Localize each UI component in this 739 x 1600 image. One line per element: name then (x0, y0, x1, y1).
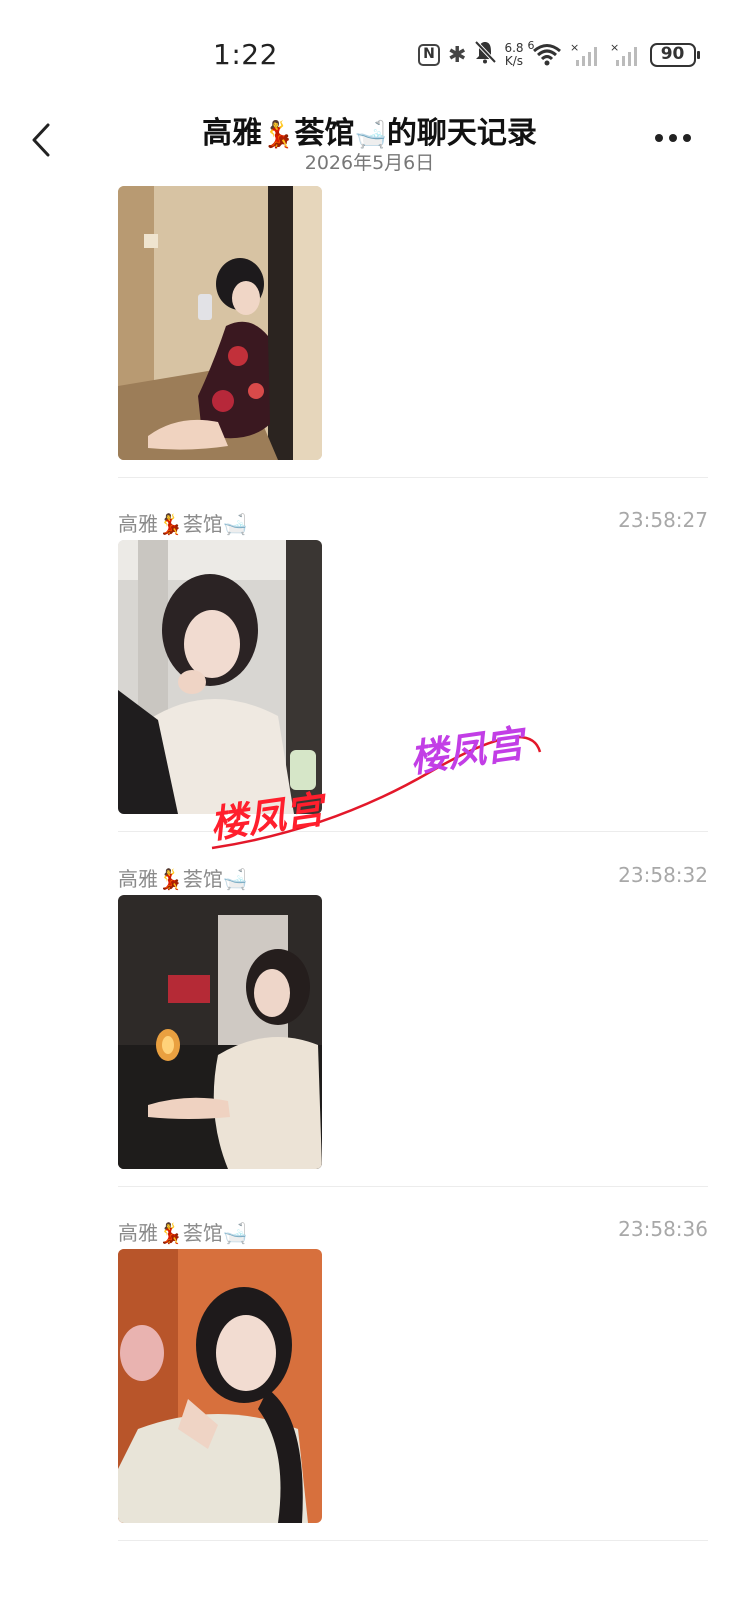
battery-icon: 90 (649, 43, 700, 67)
svg-text:×: × (610, 42, 619, 54)
more-button[interactable] (655, 134, 695, 144)
signal-icon: × (570, 42, 602, 68)
status-time: 1:22 (213, 38, 278, 71)
bell-muted-icon (474, 40, 497, 70)
watermark-text-purple: 楼凤宫 (407, 721, 531, 781)
signal-icon: × (610, 42, 642, 68)
status-icons: N ✱ 6.8 K/s 6 × × 90 (418, 38, 700, 72)
message-time: 23:58:36 (618, 1217, 708, 1241)
svg-text:×: × (570, 42, 579, 54)
chat-photo[interactable] (118, 540, 322, 814)
title-text-1: 高雅 (202, 116, 263, 151)
divider (118, 1540, 708, 1541)
chat-photo[interactable] (118, 895, 322, 1169)
wifi-icon: 6 (528, 39, 562, 67)
title-text-2: 荟馆 (294, 116, 355, 151)
chat-photo[interactable] (118, 186, 322, 460)
network-speed: 6.8 K/s (504, 42, 523, 68)
status-bar: 1:22 N ✱ 6.8 K/s 6 × × 90 (0, 0, 739, 100)
watermark-logo: 楼凤宫 楼凤宫 (207, 721, 542, 850)
nfc-icon: N (418, 44, 440, 66)
header: 高雅💃荟馆🛁的聊天记录 2026年5月6日 (0, 100, 739, 180)
message-time: 23:58:27 (618, 508, 708, 532)
wifi-badge: 6 (527, 39, 535, 52)
sender-name: 高雅💃荟馆🛁 (118, 1221, 248, 1245)
bathtub-icon: 🛁 (354, 120, 387, 150)
more-horizontal-icon (655, 134, 663, 142)
message-time: 23:58:32 (618, 863, 708, 887)
sender-name: 高雅💃荟馆🛁 (118, 512, 248, 536)
divider (118, 831, 708, 832)
bluetooth-icon: ✱ (448, 42, 467, 68)
divider (118, 1186, 708, 1187)
title-text-3: 的聊天记录 (386, 116, 537, 151)
sender-name: 高雅💃荟馆🛁 (118, 867, 248, 891)
speed-unit: K/s (504, 54, 524, 68)
page-date: 2026年5月6日 (304, 152, 435, 174)
page-title: 高雅💃荟馆🛁的聊天记录 (0, 108, 739, 152)
divider (118, 477, 708, 478)
dancer-icon: 💃 (262, 120, 295, 150)
chat-photo[interactable] (118, 1249, 322, 1523)
